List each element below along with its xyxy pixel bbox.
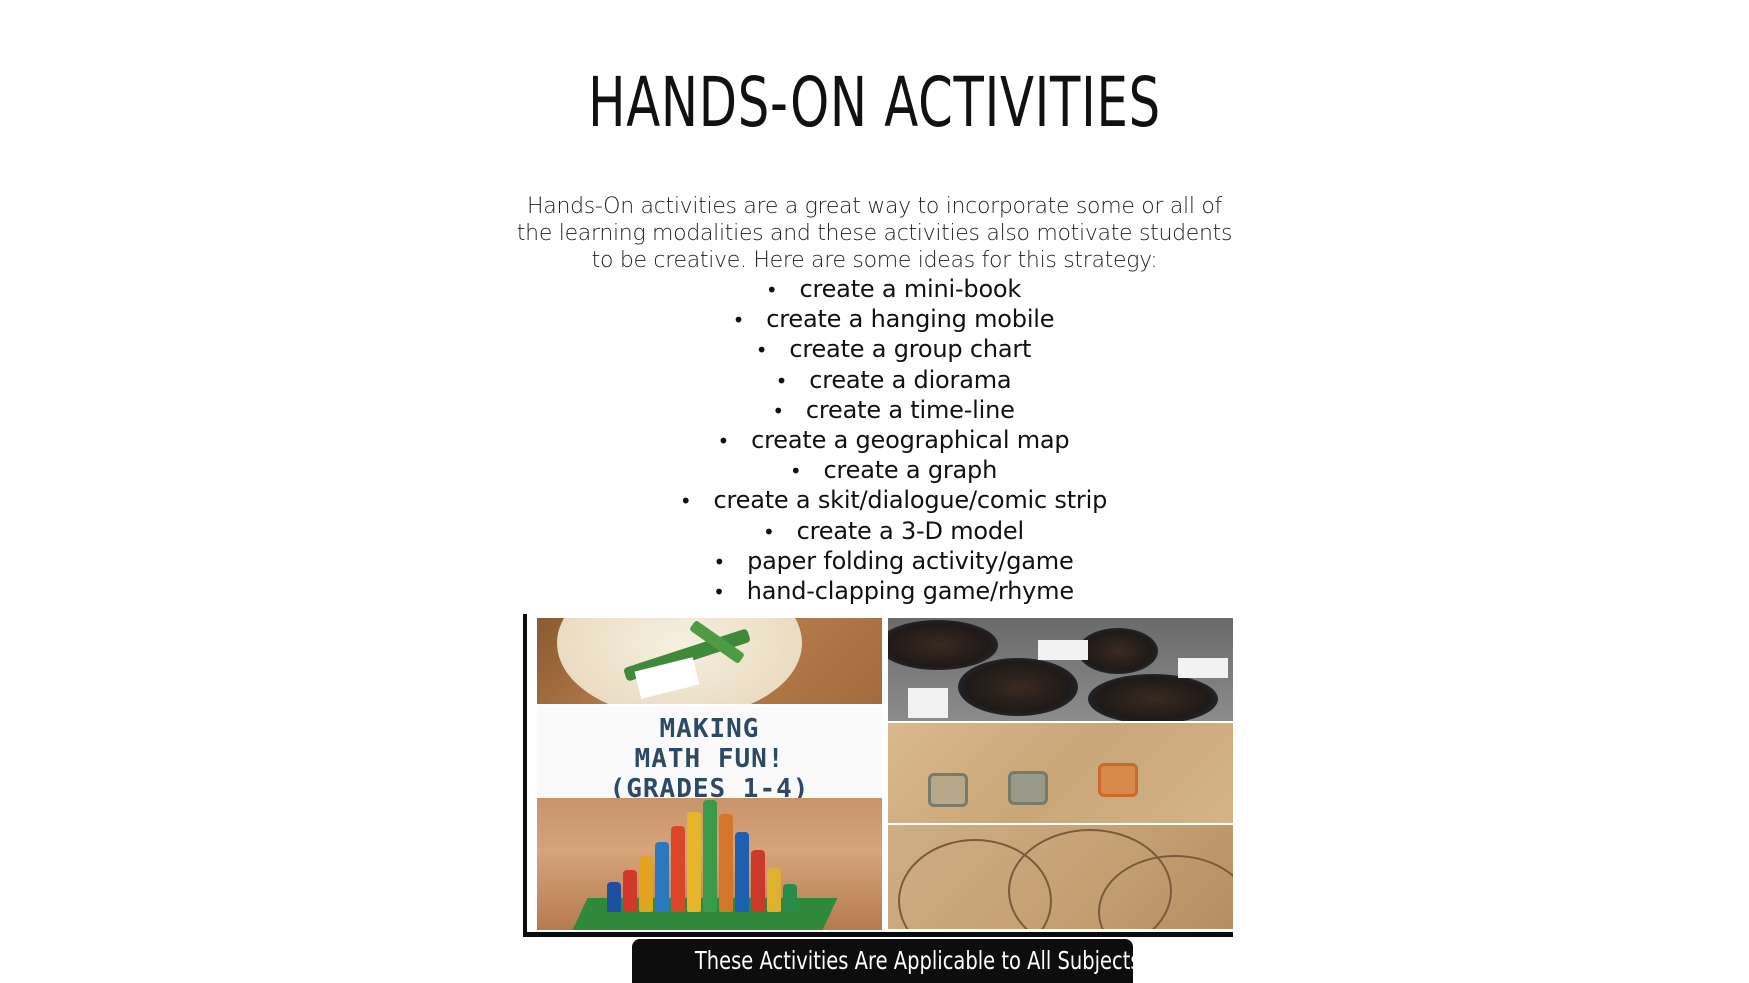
block-stack (767, 868, 781, 912)
label-card (1038, 640, 1088, 660)
slide-title: HANDS-ON ACTIVITIES (588, 63, 1161, 143)
list-item: • create a 3-D model (0, 516, 1749, 546)
bullet-icon: • (713, 579, 725, 604)
block-stack (703, 800, 717, 912)
caption-line: MAKING (659, 714, 760, 744)
list-item: • create a skit/dialogue/comic strip (0, 485, 1749, 515)
ideas-list: • create a mini-book • create a hanging mo… (0, 274, 1749, 606)
list-item: • hand-clapping game/rhyme (0, 576, 1749, 606)
idea-text: create a group chart (789, 335, 1032, 364)
idea-text: create a hanging mobile (766, 305, 1055, 334)
block-stack (751, 850, 765, 912)
list-item: • create a geographical map (0, 425, 1749, 455)
clock-photo (537, 618, 882, 704)
label-card (908, 688, 948, 718)
bullet-icon: • (713, 549, 726, 574)
bullet-icon: • (763, 519, 775, 544)
number-board-photo (888, 723, 1233, 823)
block-stack (671, 826, 685, 912)
block-stack (783, 884, 797, 912)
idea-text: create a diorama (809, 365, 1012, 394)
block-pyramid-photo (537, 798, 882, 930)
intro-paragraph: Hands-On activities are a great way to i… (516, 194, 1233, 273)
block-stack (687, 812, 701, 912)
number-tile (928, 773, 968, 807)
bowl (958, 658, 1078, 716)
footer-banner: These Activities Are Applicable to All S… (632, 939, 1141, 983)
bullet-icon: • (679, 489, 692, 514)
bullet-icon: • (755, 338, 768, 363)
number-tile (1098, 763, 1138, 797)
label-card (1178, 658, 1228, 678)
block-stack (623, 870, 637, 912)
bullet-icon: • (772, 398, 784, 423)
venn-diagram-photo (888, 825, 1233, 929)
idea-text: create a mini-book (799, 275, 1022, 303)
list-item: • paper folding activity/game (0, 546, 1749, 576)
idea-text: hand-clapping game/rhyme (746, 576, 1074, 605)
block-stack (639, 856, 653, 912)
idea-text: paper folding activity/game (747, 546, 1074, 575)
list-item: • create a diorama (0, 365, 1749, 395)
idea-text: create a skit/dialogue/comic strip (713, 486, 1108, 515)
bullet-icon: • (732, 308, 745, 333)
list-item: • create a graph (0, 455, 1749, 485)
list-item: • create a hanging mobile (0, 304, 1749, 334)
idea-text: create a graph (823, 456, 998, 485)
caption-line: MATH FUN! (634, 744, 785, 774)
list-item: • create a group chart (0, 334, 1749, 364)
idea-text: create a geographical map (751, 425, 1070, 454)
bowl (888, 620, 998, 670)
bowl (1078, 628, 1158, 674)
block-stack (735, 832, 749, 912)
sorting-bowls-photo (888, 618, 1233, 721)
block-stack (719, 814, 733, 912)
block-stack (655, 842, 669, 912)
bullet-icon: • (789, 459, 802, 484)
list-item: • create a time-line (0, 395, 1749, 425)
idea-text: create a 3-D model (796, 516, 1025, 545)
list-item: • create a mini-book (0, 274, 1749, 304)
bullet-icon: • (717, 428, 730, 453)
bowl (1088, 674, 1218, 721)
block-stack (607, 882, 621, 912)
bullet-icon: • (765, 278, 778, 302)
idea-text: create a time-line (805, 395, 1015, 424)
caption-text: MAKING MATH FUN! (GRADES 1-4) (537, 714, 882, 804)
activities-collage-image: MAKING MATH FUN! (GRADES 1-4) (523, 614, 1233, 937)
number-tile (1008, 771, 1048, 805)
footer-text: These Activities Are Applicable to All S… (694, 946, 1141, 975)
bullet-icon: • (775, 368, 788, 393)
